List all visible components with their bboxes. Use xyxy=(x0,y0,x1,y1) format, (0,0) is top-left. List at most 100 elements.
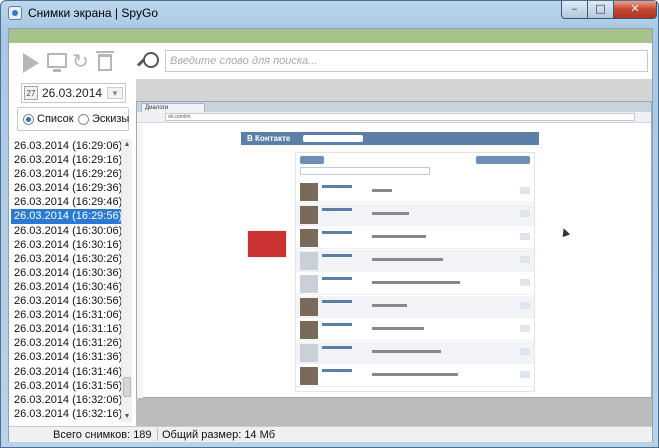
screenshot-preview[interactable]: Диалоги vk.com/im В Контакте xyxy=(136,101,652,398)
chevron-down-icon[interactable]: ▼ xyxy=(107,87,123,99)
snapshot-list-item[interactable]: 26.03.2014 (16:30:06) xyxy=(11,224,121,238)
preview-count xyxy=(520,233,530,240)
preview-browser-tabs: Диалоги xyxy=(137,102,651,112)
preview-dialog-row xyxy=(296,365,534,387)
search-input[interactable] xyxy=(165,50,648,72)
snapshot-list-item[interactable]: 26.03.2014 (16:32:16) xyxy=(11,407,121,421)
spygo-app-icon xyxy=(8,6,22,20)
scroll-up-icon[interactable]: ▲ xyxy=(122,139,132,150)
snapshot-list-item[interactable]: 26.03.2014 (16:29:46) xyxy=(11,195,121,209)
preview-site-logo: В Контакте xyxy=(247,134,291,143)
client-area: ↻ 27 26.03.2014 ▼ Список Эскизы 26.03.20… xyxy=(8,28,653,442)
preview-count xyxy=(520,325,530,332)
preview-count xyxy=(520,256,530,263)
snapshot-list-item[interactable]: 26.03.2014 (16:31:36) xyxy=(11,350,121,364)
monitor-icon[interactable] xyxy=(47,53,67,72)
preview-button-a xyxy=(300,156,324,164)
snapshot-list-item[interactable]: 26.03.2014 (16:31:06) xyxy=(11,308,121,322)
total-size: Общий размер: 14 Мб xyxy=(162,429,276,441)
snapshot-list-item[interactable]: 26.03.2014 (16:32:06) xyxy=(11,393,121,407)
snapshot-list-item[interactable]: 26.03.2014 (16:30:36) xyxy=(11,266,121,280)
snapshot-list-item[interactable]: 26.03.2014 (16:30:26) xyxy=(11,252,121,266)
preview-name xyxy=(322,185,352,188)
close-button[interactable]: ✕ xyxy=(614,1,657,19)
total-snapshots: Всего снимков: 189 xyxy=(53,429,152,441)
preview-tab: Диалоги xyxy=(141,103,205,112)
preview-ad-image xyxy=(247,230,287,258)
radio-thumbnails-label[interactable]: Эскизы xyxy=(92,113,129,125)
preview-avatar xyxy=(300,229,318,247)
preview-bottom-bar xyxy=(136,398,652,426)
list-scrollbar[interactable]: ▲ ▼ xyxy=(121,139,132,422)
snapshot-list-item[interactable]: 26.03.2014 (16:31:46) xyxy=(11,365,121,379)
mouse-cursor-icon xyxy=(559,226,571,238)
snapshot-list-item[interactable]: 26.03.2014 (16:31:16) xyxy=(11,322,121,336)
scroll-down-icon[interactable]: ▼ xyxy=(122,411,132,422)
preview-site-header: В Контакте xyxy=(241,132,539,145)
preview-avatar xyxy=(300,321,318,339)
snapshot-list-item[interactable]: 26.03.2014 (16:31:56) xyxy=(11,379,121,393)
snapshot-list-item[interactable]: 26.03.2014 (16:29:36) xyxy=(11,181,121,195)
preview-name xyxy=(322,277,352,280)
refresh-icon[interactable]: ↻ xyxy=(72,51,92,71)
preview-dialogs xyxy=(295,152,535,392)
preview-count xyxy=(520,348,530,355)
play-icon[interactable] xyxy=(23,53,39,73)
preview-message xyxy=(372,189,392,192)
preview-message xyxy=(372,350,441,353)
radio-thumbnails[interactable] xyxy=(78,114,89,125)
preview-avatar xyxy=(300,275,318,293)
preview-dialog-row xyxy=(296,250,534,272)
maximize-button[interactable]: □ xyxy=(588,1,614,19)
preview-dialog-row xyxy=(296,227,534,249)
preview-avatar xyxy=(300,252,318,270)
preview-name xyxy=(322,208,352,211)
preview-avatar xyxy=(300,367,318,385)
preview-name xyxy=(322,300,352,303)
trash-icon[interactable] xyxy=(96,51,114,71)
preview-dialog-row xyxy=(296,296,534,318)
preview-dialog-row xyxy=(296,273,534,295)
toolbar: ↻ xyxy=(9,43,652,79)
preview-count xyxy=(520,279,530,286)
snapshot-list-item[interactable]: 26.03.2014 (16:31:26) xyxy=(11,336,121,350)
snapshot-list-item[interactable]: 26.03.2014 (16:29:26) xyxy=(11,167,121,181)
preview-button-b xyxy=(476,156,530,164)
preview-name xyxy=(322,346,352,349)
preview-message xyxy=(372,373,458,376)
snapshot-list: 26.03.2014 (16:29:06) 26.03.2014 (16:29:1… xyxy=(11,139,121,422)
calendar-icon[interactable]: 27 xyxy=(24,86,38,100)
header-strip xyxy=(9,29,652,43)
title-bar: Снимки экрана | SpyGo – □ ✕ xyxy=(1,1,658,25)
app-window: Снимки экрана | SpyGo – □ ✕ ↻ 27 26.03.2… xyxy=(0,0,659,448)
left-panel: 27 26.03.2014 ▼ Список Эскизы 26.03.2014… xyxy=(9,79,133,426)
snapshot-list-item[interactable]: 26.03.2014 (16:29:16) xyxy=(11,153,121,167)
minimize-button[interactable]: – xyxy=(561,1,588,19)
preview-name xyxy=(322,254,352,257)
preview-count xyxy=(520,187,530,194)
scroll-thumb[interactable] xyxy=(123,377,131,397)
snapshot-list-item[interactable]: 26.03.2014 (16:30:46) xyxy=(11,280,121,294)
snapshot-list-item[interactable]: 26.03.2014 (16:30:56) xyxy=(11,294,121,308)
preview-page: В Контакте xyxy=(241,132,539,396)
preview-avatar xyxy=(300,344,318,362)
preview-address: vk.com/im xyxy=(165,113,635,121)
snapshot-list-item[interactable]: 26.03.2014 (16:30:16) xyxy=(11,238,121,252)
date-picker[interactable]: 27 26.03.2014 ▼ xyxy=(21,83,126,103)
window-title: Снимки экрана | SpyGo xyxy=(28,6,159,20)
search-icon[interactable] xyxy=(139,52,159,70)
preview-side xyxy=(137,124,143,398)
radio-list[interactable] xyxy=(23,114,34,125)
radio-list-label[interactable]: Список xyxy=(37,113,74,125)
preview-input xyxy=(300,167,430,175)
preview-browser-toolbar: vk.com/im xyxy=(137,112,651,123)
preview-count xyxy=(520,371,530,378)
preview-message xyxy=(372,327,424,330)
preview-avatar xyxy=(300,298,318,316)
view-mode-group: Список Эскизы xyxy=(17,107,129,131)
date-value[interactable]: 26.03.2014 xyxy=(42,86,102,100)
preview-message xyxy=(372,304,407,307)
snapshot-list-item[interactable]: 26.03.2014 (16:29:56) xyxy=(11,209,121,224)
preview-menu xyxy=(245,152,291,227)
snapshot-list-item[interactable]: 26.03.2014 (16:29:06) xyxy=(11,139,121,153)
